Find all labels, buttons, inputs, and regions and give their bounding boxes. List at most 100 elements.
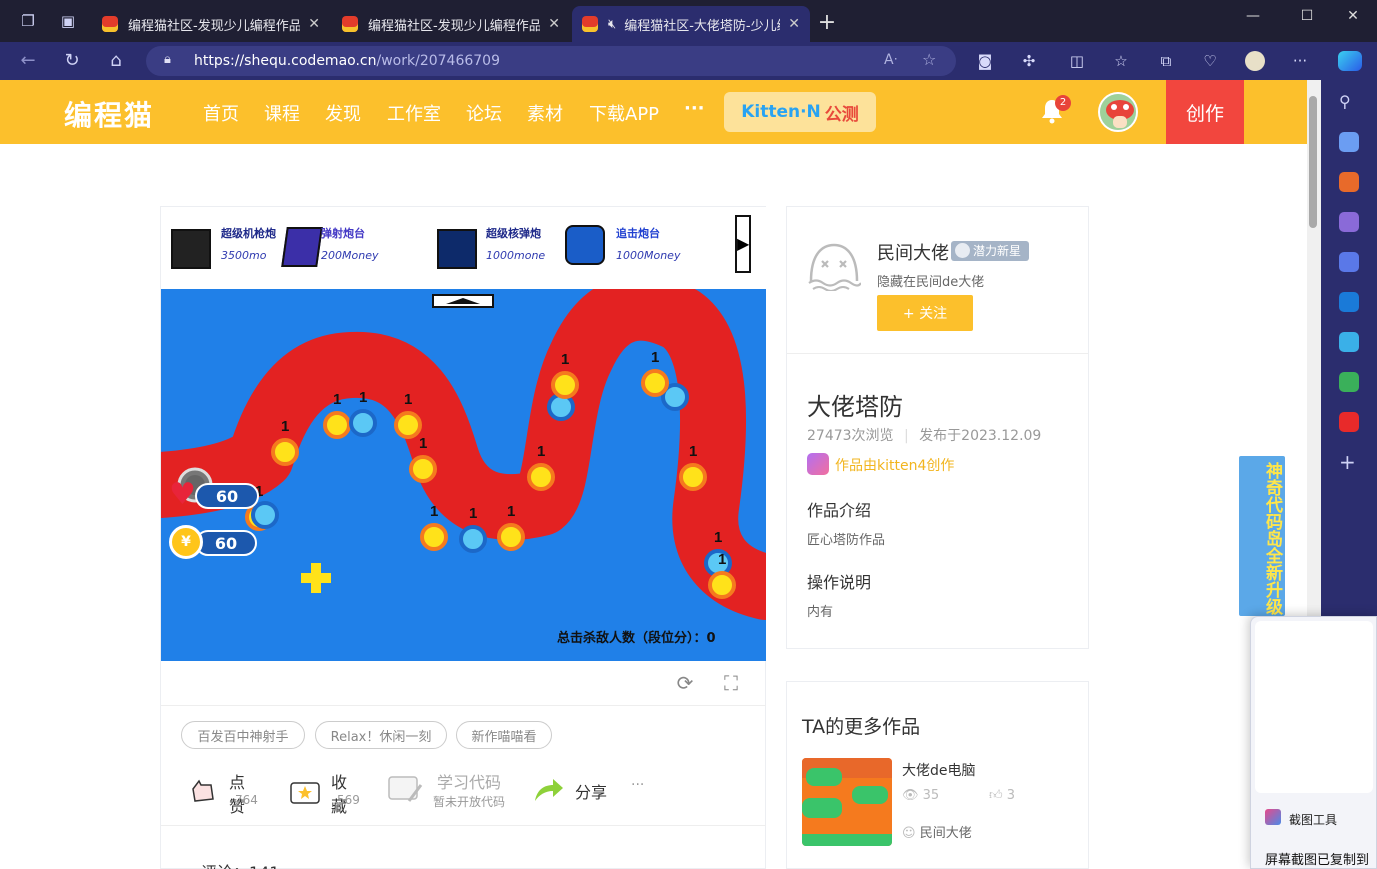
view-count: 27473次浏览 bbox=[807, 428, 894, 444]
made-with-kitten4[interactable]: 作品由kitten4创作 bbox=[835, 455, 954, 475]
author-name[interactable]: 民间大佬 bbox=[877, 239, 949, 265]
yellow-enemy bbox=[323, 411, 351, 439]
tab-title: 编程猫社区-大佬塔防-少儿编 bbox=[624, 18, 781, 34]
nav-forum[interactable]: 论坛 bbox=[466, 100, 502, 126]
tower-shop-bar: 超级机枪炮 3500mo 弹射炮台 200Money 超级核弹炮 1000mon… bbox=[161, 207, 766, 289]
more-work-views: 👁︎ 35 bbox=[902, 788, 939, 803]
site-logo[interactable]: 编程猫 bbox=[64, 94, 154, 134]
refresh-icon[interactable]: ↻ bbox=[60, 50, 84, 71]
browser-tab-3-active[interactable]: 🔇︎ 编程猫社区-大佬塔防-少儿编 ✕ bbox=[572, 6, 810, 42]
likes-value: 3 bbox=[1006, 788, 1015, 803]
author-badge-text: 潜力新星 bbox=[973, 244, 1022, 258]
nuke-tower-icon[interactable] bbox=[437, 229, 477, 269]
tag-sharpshooter[interactable]: 百发百中神射手 bbox=[181, 721, 305, 749]
learn-code-status: 暂未开放代码 bbox=[433, 795, 506, 809]
settings-more-icon[interactable]: ··· bbox=[1290, 51, 1310, 71]
coin-icon: ¥ bbox=[169, 525, 203, 559]
sidebar-tools-icon[interactable] bbox=[1339, 172, 1359, 192]
split-screen-icon[interactable]: ◫ bbox=[1067, 51, 1087, 71]
kill-score: 总击杀敌人数（段位分）：0 bbox=[557, 627, 716, 646]
share-arrow-icon bbox=[535, 779, 563, 801]
tower-price: 3500mo bbox=[221, 249, 267, 262]
close-tab-icon[interactable]: ✕ bbox=[788, 16, 800, 32]
nav-more[interactable]: ··· bbox=[684, 98, 705, 119]
sidebar-outlook-icon[interactable] bbox=[1339, 292, 1359, 312]
address-bar[interactable]: 🔒︎ https://shequ.codemao.cn/work/2074667… bbox=[146, 46, 956, 76]
kill-score-value: 0 bbox=[706, 631, 716, 646]
new-tab-button[interactable]: + bbox=[815, 10, 839, 35]
more-actions-icon[interactable]: ··· bbox=[631, 777, 644, 793]
nav-discover[interactable]: 发现 bbox=[325, 100, 361, 126]
sidebar-games-icon[interactable] bbox=[1339, 212, 1359, 232]
close-tab-icon[interactable]: ✕ bbox=[548, 16, 560, 32]
tag-relax[interactable]: Relax！休闲一刻 bbox=[315, 721, 447, 749]
nav-download-app[interactable]: 下载APP bbox=[589, 100, 659, 126]
shop-next-arrow-icon[interactable]: ▶ bbox=[735, 215, 751, 273]
browser-toolbar: ← ↻ ⌂ 🔒︎ https://shequ.codemao.cn/work/2… bbox=[0, 42, 1377, 80]
yellow-enemy bbox=[527, 463, 555, 491]
nav-materials[interactable]: 素材 bbox=[527, 100, 563, 126]
screenshot-preview[interactable] bbox=[1255, 621, 1373, 793]
float-ad-banner[interactable]: 神奇代码岛全新升级 bbox=[1239, 456, 1285, 616]
game-stage[interactable]: 超级机枪炮 3500mo 弹射炮台 200Money 超级核弹炮 1000mon… bbox=[161, 207, 766, 661]
tower-name: 超级机枪炮 bbox=[221, 227, 276, 240]
nav-studio[interactable]: 工作室 bbox=[387, 100, 441, 126]
kitten-n-promo-button[interactable]: Kitten·N 公测 bbox=[724, 92, 876, 132]
author-value: 民间大佬 bbox=[919, 826, 972, 841]
author-avatar-ghost-icon[interactable] bbox=[807, 241, 861, 291]
work-info-card: 民间大佬 潜力新星 隐藏在民间de大佬 + 关注 大佬塔防 27473次浏览 |… bbox=[786, 206, 1089, 649]
heart-icon: ♥ bbox=[169, 477, 196, 512]
follow-button[interactable]: + 关注 bbox=[877, 295, 973, 331]
browser-tab-1[interactable]: 编程猫社区-发现少儿编程作品 ✕ bbox=[92, 6, 330, 42]
nav-courses[interactable]: 课程 bbox=[264, 100, 300, 126]
views-value: 35 bbox=[922, 788, 940, 803]
copilot-icon[interactable] bbox=[1338, 51, 1362, 71]
thumb-deco bbox=[852, 786, 888, 804]
read-aloud-icon[interactable]: Aᐧ bbox=[884, 52, 897, 68]
user-avatar[interactable] bbox=[1098, 92, 1138, 132]
home-icon[interactable]: ⌂ bbox=[104, 50, 128, 71]
catapult-tower-icon[interactable] bbox=[281, 227, 323, 267]
tag-new-works[interactable]: 新作喵喵看 bbox=[456, 721, 552, 749]
sidebar-tree-icon[interactable] bbox=[1339, 372, 1359, 392]
sidebar-shopping-icon[interactable] bbox=[1339, 132, 1359, 152]
restart-icon[interactable]: ⟳ bbox=[673, 671, 697, 695]
sidebar-copilot-icon[interactable] bbox=[1339, 252, 1359, 272]
machine-gun-tower-icon[interactable] bbox=[171, 229, 211, 269]
yellow-enemy bbox=[420, 523, 448, 551]
more-work-title[interactable]: 大佬de电脑 bbox=[902, 760, 976, 780]
sidebar-add-icon[interactable]: + bbox=[1339, 452, 1359, 472]
extension-game-icon[interactable]: ◙ bbox=[975, 51, 995, 71]
favorite-star-icon[interactable]: ☆ bbox=[922, 50, 936, 69]
browser-essentials-icon[interactable]: ♡ bbox=[1200, 51, 1220, 71]
intro-body: 匠心塔防作品 bbox=[807, 533, 886, 548]
workspaces-icon[interactable]: ❐ bbox=[16, 12, 40, 30]
browser-tab-2[interactable]: 编程猫社区-发现少儿编程作品 ✕ bbox=[332, 6, 570, 42]
extensions-icon[interactable]: ✣ bbox=[1019, 51, 1039, 71]
maximize-icon[interactable]: ☐ bbox=[1292, 8, 1322, 24]
create-button[interactable]: 创作 bbox=[1166, 80, 1244, 144]
scrollbar-thumb[interactable] bbox=[1309, 96, 1317, 228]
sidebar-send-icon[interactable] bbox=[1339, 332, 1359, 352]
close-tab-icon[interactable]: ✕ bbox=[308, 16, 320, 32]
favorites-icon[interactable]: ☆ bbox=[1111, 51, 1131, 71]
sidebar-youtube-icon[interactable] bbox=[1339, 412, 1359, 432]
mute-icon[interactable]: 🔇︎ bbox=[608, 17, 616, 32]
tab-actions-icon[interactable]: ▣ bbox=[56, 12, 80, 30]
nav-home[interactable]: 首页 bbox=[203, 100, 239, 126]
enemy-hp-label: 1 bbox=[404, 391, 413, 408]
work-player-card: 超级机枪炮 3500mo 弹射炮台 200Money 超级核弹炮 1000mon… bbox=[160, 206, 766, 869]
collections-icon[interactable]: ⧉ bbox=[1156, 51, 1176, 71]
lock-icon[interactable]: 🔒︎ bbox=[164, 52, 171, 67]
sidebar-search-icon[interactable]: ⚲ bbox=[1339, 92, 1359, 112]
more-work-author: ☺ 民间大佬 bbox=[902, 822, 972, 841]
chase-tower-icon[interactable] bbox=[565, 225, 605, 265]
minimize-icon[interactable]: — bbox=[1238, 8, 1268, 24]
fullscreen-icon[interactable]: ⛶ bbox=[719, 671, 743, 695]
snipping-tool-notification[interactable]: 截图工具 屏幕截图已复制到 bbox=[1250, 616, 1377, 869]
close-window-icon[interactable]: ✕ bbox=[1338, 8, 1368, 24]
collect-box-icon bbox=[290, 782, 320, 804]
profile-avatar-icon[interactable] bbox=[1245, 51, 1265, 71]
back-icon[interactable]: ← bbox=[16, 50, 40, 71]
work-thumbnail[interactable] bbox=[802, 758, 892, 846]
